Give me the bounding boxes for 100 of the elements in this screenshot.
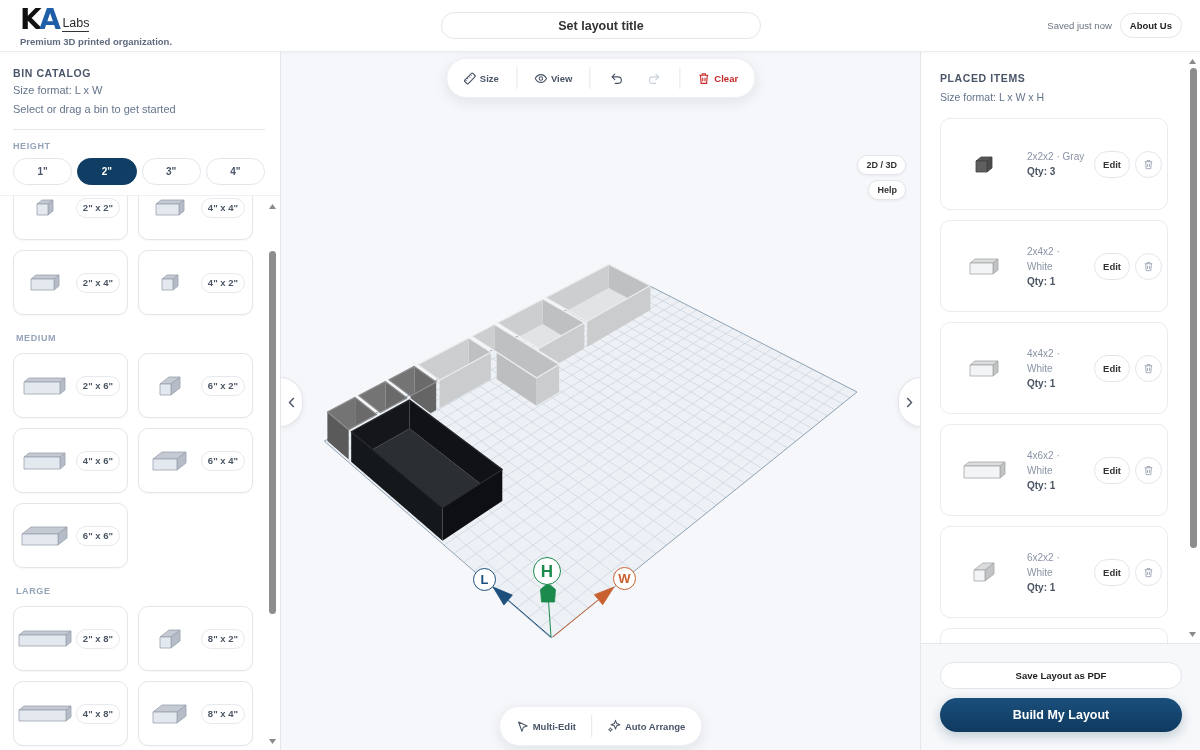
item-spec: 6x2x2 · White [1027,550,1061,580]
layout-title-button[interactable]: Set layout title [441,12,761,39]
logo-mark: KA [20,6,59,33]
trash-icon [1143,464,1154,476]
trash-icon [1143,260,1154,272]
scroll-down-icon[interactable] [1189,632,1196,637]
item-spec: 2x4x2 · White [1027,244,1061,274]
section-title: MEDIUM [15,332,58,344]
tagline: Premium 3D printed organization. [20,36,173,47]
collapse-panel-button[interactable] [898,377,920,427]
trash-icon [1143,566,1154,578]
bin-card[interactable]: 6" x 2" [138,353,253,418]
save-status: Saved just now [1047,20,1112,31]
size-button[interactable]: Size [460,66,501,90]
about-button[interactable]: About Us [1119,13,1182,38]
eye-icon [533,71,547,85]
bin-icon [21,525,69,546]
chevron-right-icon [906,396,913,408]
bin-card[interactable]: 8" x 2" [138,606,253,671]
delete-button[interactable] [1135,150,1162,178]
bin-card[interactable]: 4" x 4" [138,196,253,240]
bin-card[interactable]: 4" x 8" [13,681,128,746]
item-quantity: Qty: 1 [1027,478,1057,493]
bin-icon [23,451,67,470]
bin-icon [17,630,72,647]
trash-icon [1143,158,1154,170]
sparkle-icon [606,719,621,733]
edit-button[interactable]: Edit [1094,252,1130,280]
bin-card[interactable]: 8" x 4" [138,681,253,746]
bin-card[interactable]: 6" x 6" [13,503,128,568]
scroll-down-icon[interactable] [269,739,276,744]
panel-title: PLACED ITEMS [940,71,1027,85]
item-card[interactable]: 4x6x2 · White Qty: 1 Edit [940,424,1168,516]
edit-button[interactable]: Edit [1094,150,1130,178]
bin-card[interactable]: 2" x 8" [13,606,128,671]
bin-icon [35,199,54,216]
bin-card[interactable]: 2" x 4" [13,250,128,315]
scroll-up-icon[interactable] [1189,59,1196,64]
item-quantity: Qty: 3 [1027,165,1057,179]
item-card[interactable]: 2x2x2 · Gray Qty: 3 Edit [940,118,1168,210]
storage-bin[interactable] [326,396,378,460]
clear-button[interactable]: Clear [695,66,741,90]
size-format-note: Size format: L x W [13,83,104,98]
height-option[interactable]: 3" [141,158,201,185]
multi-edit-button[interactable]: Multi-Edit [513,714,578,738]
bin-card[interactable]: 4" x 6" [13,428,128,493]
bin-card[interactable]: 4" x 2" [138,250,253,315]
item-spec: 4x6x2 · White [1027,448,1061,478]
auto-arrange-button[interactable]: Auto Arrange [604,714,688,738]
scroll-up-icon[interactable] [269,204,276,209]
redo-icon [646,71,660,85]
storage-bin[interactable] [358,381,408,414]
item-quantity: Qty: 1 [1027,274,1057,289]
height-option[interactable]: 4" [205,158,265,185]
item-quantity: Qty: 1 [1027,580,1057,595]
size-format-note: Size format: L x W x H [940,90,1046,105]
trash-icon [1143,362,1154,374]
build-layout-button[interactable]: Build My Layout [940,698,1182,732]
item-card[interactable]: 6x2x2 · White Qty: 1 Edit [940,526,1168,618]
undo-icon [609,71,623,85]
chevron-left-icon [288,396,295,408]
bin-card[interactable]: 2" x 6" [13,353,128,418]
delete-button[interactable] [1135,252,1162,280]
bin-icon [154,199,185,216]
storage-bin[interactable] [388,365,437,414]
panel-title: BIN CATALOG [13,66,92,80]
edit-button[interactable]: Edit [1094,354,1130,382]
help-button[interactable]: Help [868,180,906,200]
bin-icon [152,703,188,724]
collapse-panel-button[interactable] [281,377,303,427]
section-title: LARGE [15,585,52,597]
view-button[interactable]: View [531,66,575,90]
delete-button[interactable] [1135,456,1162,484]
ruler-icon [462,71,476,85]
bin-icon [17,705,72,722]
bin-icon [29,274,60,291]
item-quantity: Qty: 1 [1027,376,1057,391]
delete-button[interactable] [1135,354,1162,382]
height-label: HEIGHT [13,140,52,152]
bin-card[interactable]: 6" x 4" [138,428,253,493]
storage-bin[interactable] [350,399,503,541]
item-spec: 4x4x2 · White [1027,346,1061,376]
cursor-icon [515,719,529,733]
view-mode-button[interactable]: 2D / 3D [857,155,906,175]
height-option[interactable]: 1" [13,158,73,185]
item-card[interactable]: 4x4x2 · White Qty: 1 Edit [940,322,1168,414]
delete-button[interactable] [1135,558,1162,586]
bin-icon [158,628,181,649]
edit-button[interactable]: Edit [1094,558,1130,586]
scrollbar-thumb[interactable] [1190,68,1197,548]
bin-icon [23,376,67,395]
bin-icon [158,375,181,396]
height-option[interactable]: 2" [77,158,137,185]
bin-icon [152,450,188,471]
hint-text: Select or drag a bin to get started [13,102,177,117]
bin-card[interactable]: 2" x 2" [13,196,128,240]
edit-button[interactable]: Edit [1094,456,1130,484]
item-card[interactable]: 2x4x2 · White Qty: 1 Edit [940,220,1168,312]
save-pdf-button[interactable]: Save Layout as PDF [940,662,1182,689]
scrollbar-thumb[interactable] [269,251,276,614]
